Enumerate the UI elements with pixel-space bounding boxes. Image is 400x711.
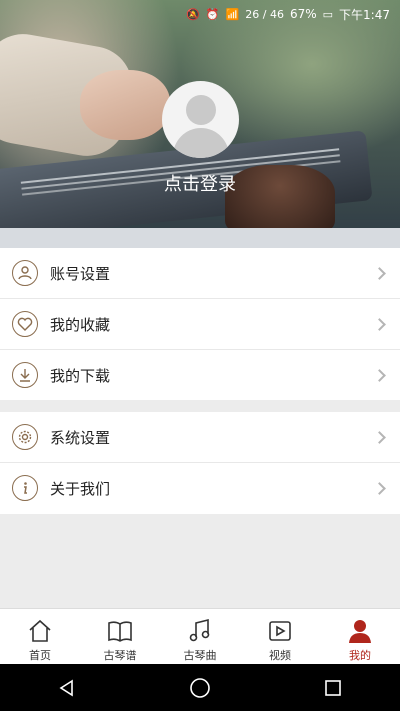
avatar-body-shape (173, 128, 229, 158)
tab-mine[interactable]: 我的 (320, 609, 400, 664)
tab-label: 视频 (269, 649, 291, 662)
chevron-right-icon (373, 369, 386, 382)
tab-music[interactable]: 古琴曲 (160, 609, 240, 664)
heart-icon (12, 311, 38, 337)
menu-item-label: 系统设置 (50, 428, 111, 447)
recents-button[interactable] (309, 668, 357, 708)
menu-item-label: 我的下载 (50, 367, 111, 385)
status-bar: 🔕 ⏰ 📶 26 / 46 67% ▭ 下午1:47 (0, 0, 400, 28)
avatar-head-shape (186, 95, 216, 125)
wifi-icon: 📶 (225, 7, 240, 21)
mute-icon: 🔕 (186, 7, 200, 21)
tab-scores[interactable]: 古琴谱 (80, 609, 160, 664)
tab-label: 古琴曲 (183, 649, 217, 662)
home-button[interactable] (176, 668, 224, 708)
tab-home[interactable]: 首页 (0, 609, 80, 664)
recents-square-icon (325, 679, 342, 696)
download-icon (12, 362, 38, 388)
back-triangle-icon (59, 679, 73, 696)
tab-video[interactable]: 视频 (240, 609, 320, 664)
battery-icon: ▭ (322, 7, 334, 21)
video-icon (269, 621, 291, 641)
gear-icon (12, 424, 38, 450)
bottom-tab-bar: 首页 古琴谱 古琴曲 视频 我的 (0, 608, 400, 664)
chevron-right-icon (373, 317, 386, 331)
account-icon (12, 260, 38, 286)
home-icon (29, 619, 51, 642)
music-note-icon (189, 618, 210, 642)
menu-item-system-settings[interactable]: 系统设置 (0, 412, 400, 463)
person-icon (349, 620, 371, 643)
back-button[interactable] (43, 668, 91, 708)
tab-label: 首页 (29, 649, 51, 662)
login-link[interactable]: 点击登录 (0, 170, 400, 196)
menu-group-account: 账号设置 我的收藏 我的下载 (0, 248, 400, 401)
menu-group-system: 系统设置 关于我们 (0, 412, 400, 514)
menu-item-favorites[interactable]: 我的收藏 (0, 299, 400, 350)
alarm-icon: ⏰ (205, 7, 220, 21)
chevron-right-icon (373, 266, 386, 280)
chevron-right-icon (373, 482, 386, 495)
menu-item-label: 我的收藏 (50, 315, 111, 334)
battery-percent: 67% (289, 7, 317, 21)
status-time: 下午1:47 (339, 7, 390, 22)
section-divider (0, 400, 400, 412)
info-icon (12, 475, 38, 501)
menu-item-downloads[interactable]: 我的下载 (0, 350, 400, 401)
system-navigation-bar (0, 664, 400, 711)
chevron-right-icon (373, 430, 386, 444)
home-circle-icon (190, 677, 210, 698)
avatar[interactable] (162, 81, 239, 158)
tab-label: 古琴谱 (103, 649, 137, 662)
book-icon (108, 621, 132, 642)
menu-item-about-us[interactable]: 关于我们 (0, 463, 400, 514)
menu-item-account-settings[interactable]: 账号设置 (0, 248, 400, 299)
signal-icon: 26 / 46 (245, 7, 284, 21)
table-surface (0, 228, 400, 248)
hand-photo-shape (80, 70, 170, 140)
tab-label: 我的 (349, 649, 371, 662)
menu-item-label: 账号设置 (50, 264, 111, 283)
menu-item-label: 关于我们 (50, 480, 111, 498)
